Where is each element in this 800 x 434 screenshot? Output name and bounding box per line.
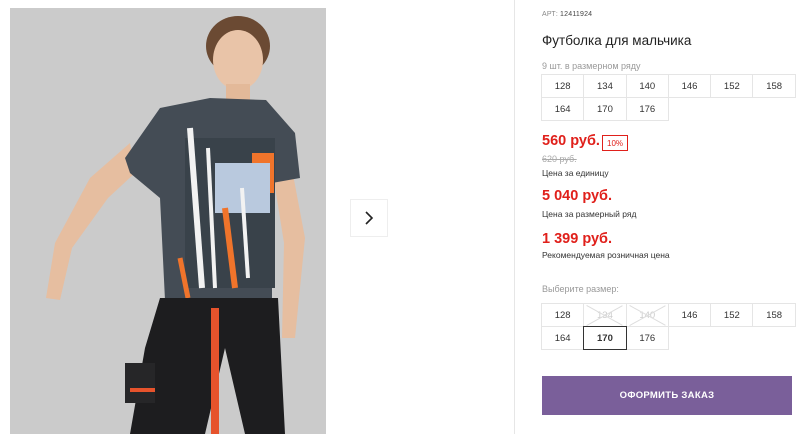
size-row-item: 158 [752,74,796,98]
size-row-item: 152 [710,74,754,98]
old-price: 620 руб. [542,154,577,164]
size-option-disabled: 140 [625,303,669,327]
size-row-item: 140 [625,74,669,98]
size-option-selected[interactable]: 170 [583,326,627,350]
discount-badge: 10% [602,135,629,151]
choose-size-label: Выберите размер: [542,284,619,294]
sku-value: 12411924 [560,11,593,18]
chevron-right-icon [365,211,374,225]
next-image-button[interactable] [350,199,388,237]
size-row-item: 164 [541,97,585,121]
sku: АРТ: 12411924 [542,11,592,18]
unit-price-note: Цена за единицу [542,168,609,178]
size-row-list: 128 134 140 146 152 158 164 170 176 [541,74,796,121]
product-gallery [0,0,515,434]
size-option-disabled: 134 [583,303,627,327]
size-option[interactable]: 128 [541,303,585,327]
retail-price: 1 399 руб. [542,231,613,247]
product-title: Футболка для мальчика [542,33,692,48]
size-row-item: 146 [667,74,712,98]
qty-in-row: 9 шт. в размерном ряду [542,61,641,71]
size-row-item: 134 [583,74,627,98]
size-row-item: 170 [583,97,627,121]
place-order-button[interactable]: ОФОРМИТЬ ЗАКАЗ [542,376,792,415]
row-price-note: Цена за размерный ряд [542,209,637,219]
sku-label: АРТ: [542,11,559,18]
boy-in-tshirt-image [10,8,326,434]
size-option[interactable]: 152 [710,303,754,327]
size-option[interactable]: 146 [667,303,712,327]
size-row-item: 176 [625,97,669,121]
size-option[interactable]: 164 [541,326,585,350]
size-option[interactable]: 176 [625,326,669,350]
size-option[interactable]: 158 [752,303,796,327]
size-selector: 128 134 140 146 152 158 164 170 176 [541,303,796,350]
size-row-item: 128 [541,74,585,98]
row-price: 5 040 руб. [542,188,613,204]
unit-price: 560 руб. [542,133,600,149]
panel-divider [514,0,515,434]
product-photo[interactable] [10,8,326,434]
retail-price-note: Рекомендуемая розничная цена [542,250,670,260]
